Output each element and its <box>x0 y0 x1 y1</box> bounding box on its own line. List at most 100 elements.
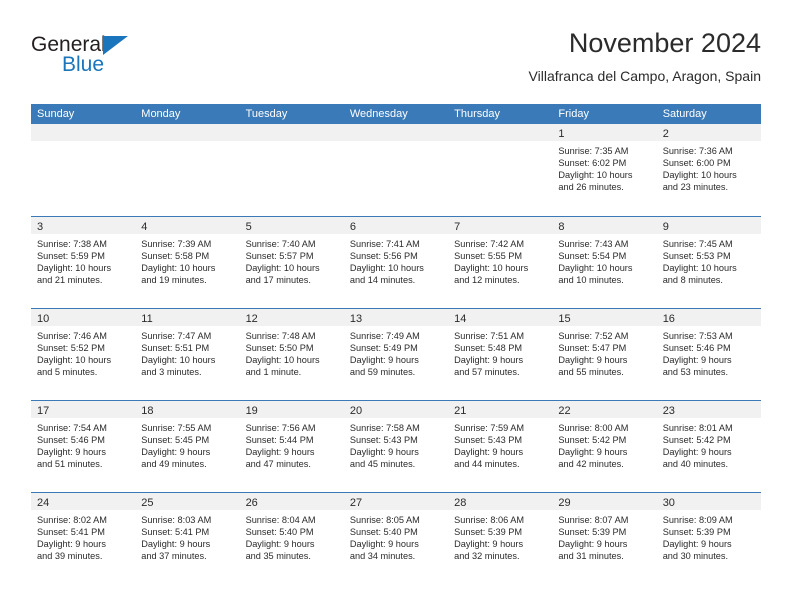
sunrise-text: Sunrise: 7:51 AM <box>454 331 525 341</box>
daylight-text-line1: Daylight: 9 hours <box>141 447 211 458</box>
daylight-text-line2: and 21 minutes. <box>37 275 103 286</box>
calendar-day-cell[interactable]: 27 Sunrise: 8:05 AM Sunset: 5:40 PM Dayligh… <box>343 493 449 584</box>
day-sun-info: Sunrise: 7:49 AM Sunset: 5:49 PM Daylight:… <box>344 326 448 378</box>
daylight-text-line1: Daylight: 9 hours <box>349 447 419 458</box>
sunrise-text: Sunrise: 8:04 AM <box>245 515 316 525</box>
sunrise-text: Sunrise: 8:06 AM <box>454 515 525 525</box>
daylight-text-line1: Daylight: 10 hours <box>454 263 529 274</box>
calendar-day-cell[interactable]: 28 Sunrise: 8:06 AM Sunset: 5:39 PM Dayligh… <box>448 493 553 584</box>
daylight-text-line1: Daylight: 9 hours <box>245 447 315 458</box>
calendar-day-cell[interactable]: 12 Sunrise: 7:48 AM Sunset: 5:50 PM Dayligh… <box>239 309 344 400</box>
weekday-header-saturday: Saturday <box>662 108 707 120</box>
daylight-text-line2: and 51 minutes. <box>37 459 103 470</box>
day-sun-info <box>135 141 239 145</box>
sunset-text: Sunset: 5:46 PM <box>662 343 731 354</box>
calendar-day-cell[interactable]: 5 Sunrise: 7:40 AM Sunset: 5:57 PM Daylight… <box>239 217 344 308</box>
sunset-text: Sunset: 6:02 PM <box>558 158 627 169</box>
sunset-text: Sunset: 5:46 PM <box>37 435 105 446</box>
sunset-text: Sunset: 5:57 PM <box>245 251 314 262</box>
daylight-text-line1: Daylight: 9 hours <box>349 539 419 550</box>
calendar-day-cell[interactable]: 7 Sunrise: 7:42 AM Sunset: 5:55 PM Daylight… <box>448 217 553 308</box>
daylight-text-line2: and 23 minutes. <box>662 182 729 193</box>
calendar-day-cell[interactable]: 13 Sunrise: 7:49 AM Sunset: 5:49 PM Dayligh… <box>343 309 449 400</box>
calendar-day-cell[interactable]: 4 Sunrise: 7:39 AM Sunset: 5:58 PM Daylight… <box>135 217 240 308</box>
day-number: 21 <box>454 405 467 417</box>
daylight-text-line2: and 47 minutes. <box>245 459 311 470</box>
daylight-text-line2: and 35 minutes. <box>245 551 311 562</box>
sunset-text: Sunset: 5:41 PM <box>37 527 105 538</box>
daylight-text-line1: Daylight: 9 hours <box>662 539 732 550</box>
calendar-day-cell[interactable]: 26 Sunrise: 8:04 AM Sunset: 5:40 PM Dayligh… <box>239 493 344 584</box>
day-number: 1 <box>558 128 565 140</box>
daylight-text-line1: Daylight: 9 hours <box>558 539 628 550</box>
calendar-day-cell[interactable]: 10 Sunrise: 7:46 AM Sunset: 5:52 PM Dayligh… <box>31 309 136 400</box>
calendar-day-cell[interactable]: 3 Sunrise: 7:38 AM Sunset: 5:59 PM Daylight… <box>31 217 136 308</box>
day-number-band: 15 <box>552 309 657 326</box>
sunrise-text: Sunrise: 7:46 AM <box>37 331 107 341</box>
daylight-text-line1: Daylight: 9 hours <box>141 539 211 550</box>
day-number: 11 <box>141 313 153 325</box>
day-number-band: 30 <box>656 493 761 510</box>
page-header: General Blue November 2024 Villafranca d… <box>31 26 761 98</box>
calendar-day-cell[interactable]: 23 Sunrise: 8:01 AM Sunset: 5:42 PM Dayligh… <box>656 401 761 492</box>
day-number: 15 <box>558 313 571 325</box>
calendar-day-cell[interactable]: 30 Sunrise: 8:09 AM Sunset: 5:39 PM Dayligh… <box>656 493 761 584</box>
generalblue-logo[interactable]: General Blue <box>31 34 261 90</box>
calendar-day-cell[interactable]: 6 Sunrise: 7:41 AM Sunset: 5:56 PM Daylight… <box>343 217 449 308</box>
daylight-text-line1: Daylight: 10 hours <box>349 263 424 274</box>
calendar-day-cell[interactable]: 1 Sunrise: 7:35 AM Sunset: 6:02 PM Daylight… <box>552 124 657 216</box>
daylight-text-line1: Daylight: 9 hours <box>558 447 628 458</box>
day-number-band <box>239 124 344 141</box>
brand-triangle-icon <box>103 36 128 55</box>
day-number-band: 23 <box>656 401 761 418</box>
sunrise-text: Sunrise: 7:53 AM <box>662 331 733 341</box>
calendar-day-cell[interactable]: 15 Sunrise: 7:52 AM Sunset: 5:47 PM Dayligh… <box>552 309 657 400</box>
day-number: 5 <box>245 221 252 233</box>
calendar-day-cell[interactable]: 14 Sunrise: 7:51 AM Sunset: 5:48 PM Dayligh… <box>448 309 553 400</box>
day-number: 17 <box>37 405 50 417</box>
calendar-day-cell[interactable]: 22 Sunrise: 8:00 AM Sunset: 5:42 PM Dayligh… <box>552 401 657 492</box>
calendar-day-cell[interactable]: 9 Sunrise: 7:45 AM Sunset: 5:53 PM Daylight… <box>656 217 761 308</box>
daylight-text-line2: and 12 minutes. <box>454 275 520 286</box>
calendar-day-cell[interactable]: 17 Sunrise: 7:54 AM Sunset: 5:46 PM Dayligh… <box>31 401 136 492</box>
calendar-day-cell[interactable]: 29 Sunrise: 8:07 AM Sunset: 5:39 PM Dayligh… <box>552 493 657 584</box>
calendar-day-cell[interactable]: 19 Sunrise: 7:56 AM Sunset: 5:44 PM Dayligh… <box>239 401 344 492</box>
daylight-text-line1: Daylight: 9 hours <box>454 355 524 366</box>
day-number-band: 27 <box>343 493 449 510</box>
day-sun-info: Sunrise: 7:47 AM Sunset: 5:51 PM Daylight:… <box>135 326 239 378</box>
day-number-band: 17 <box>31 401 136 418</box>
daylight-text-line2: and 37 minutes. <box>141 551 207 562</box>
day-number-band: 24 <box>31 493 136 510</box>
sunset-text: Sunset: 5:44 PM <box>245 435 314 446</box>
daylight-text-line1: Daylight: 9 hours <box>662 355 732 366</box>
sunset-text: Sunset: 5:45 PM <box>141 435 210 446</box>
day-number-band: 12 <box>239 309 344 326</box>
day-number-band: 28 <box>448 493 553 510</box>
calendar-day-cell[interactable]: 16 Sunrise: 7:53 AM Sunset: 5:46 PM Dayligh… <box>656 309 761 400</box>
sunrise-text: Sunrise: 7:54 AM <box>37 423 107 433</box>
day-sun-info: Sunrise: 7:48 AM Sunset: 5:50 PM Daylight:… <box>240 326 344 378</box>
calendar-day-cell[interactable]: 2 Sunrise: 7:36 AM Sunset: 6:00 PM Daylight… <box>656 124 761 216</box>
sunrise-text: Sunrise: 8:00 AM <box>558 423 629 433</box>
sunset-text: Sunset: 5:52 PM <box>37 343 105 354</box>
sunrise-text: Sunrise: 7:49 AM <box>349 331 420 341</box>
day-number-band: 5 <box>239 217 344 234</box>
day-number: 25 <box>141 497 154 509</box>
day-number: 4 <box>141 221 148 233</box>
calendar-day-cell[interactable]: 11 Sunrise: 7:47 AM Sunset: 5:51 PM Dayligh… <box>135 309 240 400</box>
weekday-header-sunday: Sunday <box>37 108 75 120</box>
daylight-text-line2: and 17 minutes. <box>245 275 311 286</box>
day-number: 9 <box>662 221 669 233</box>
day-sun-info: Sunrise: 7:59 AM Sunset: 5:43 PM Daylight:… <box>448 418 552 470</box>
calendar-day-cell[interactable]: 25 Sunrise: 8:03 AM Sunset: 5:41 PM Dayligh… <box>135 493 240 584</box>
sunset-text: Sunset: 5:41 PM <box>141 527 210 538</box>
day-number-band <box>135 124 240 141</box>
calendar-day-cell[interactable]: 18 Sunrise: 7:55 AM Sunset: 5:45 PM Dayligh… <box>135 401 240 492</box>
day-sun-info: Sunrise: 7:52 AM Sunset: 5:47 PM Daylight:… <box>552 326 656 378</box>
calendar-day-cell[interactable]: 21 Sunrise: 7:59 AM Sunset: 5:43 PM Dayligh… <box>448 401 553 492</box>
calendar-day-cell[interactable]: 24 Sunrise: 8:02 AM Sunset: 5:41 PM Dayligh… <box>31 493 136 584</box>
calendar-day-cell[interactable]: 8 Sunrise: 7:43 AM Sunset: 5:54 PM Daylight… <box>552 217 657 308</box>
day-sun-info: Sunrise: 8:06 AM Sunset: 5:39 PM Daylight:… <box>448 510 552 562</box>
sunset-text: Sunset: 5:59 PM <box>37 251 105 262</box>
calendar-day-cell[interactable]: 20 Sunrise: 7:58 AM Sunset: 5:43 PM Dayligh… <box>343 401 449 492</box>
